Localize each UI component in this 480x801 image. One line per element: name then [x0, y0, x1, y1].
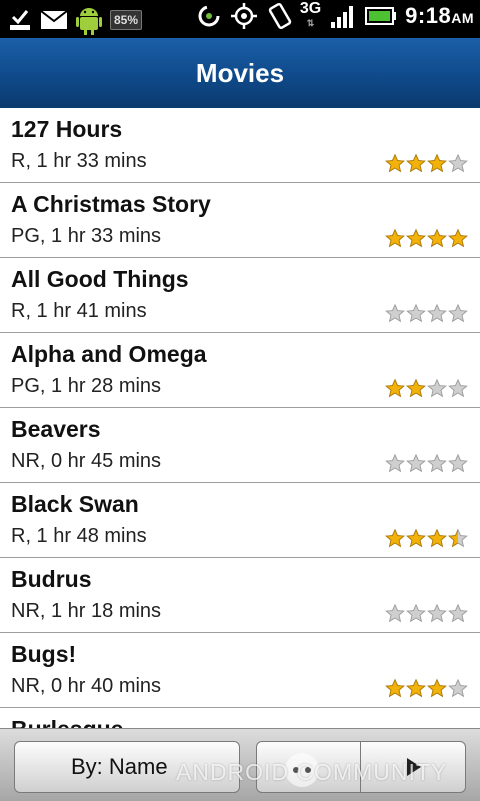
- movie-list-item[interactable]: All Good Things R, 1 hr 41 mins: [0, 258, 480, 333]
- vibrate-icon: [268, 2, 292, 30]
- star-icon: [406, 228, 426, 248]
- star-icon: [427, 228, 447, 248]
- star-icon: [427, 678, 447, 698]
- star-rating: [385, 678, 468, 698]
- star-icon: [448, 528, 468, 548]
- movie-title: Beavers: [11, 416, 101, 442]
- star-rating: [385, 378, 468, 398]
- network-type-label: 3G: [299, 0, 322, 17]
- movie-title: Bugs!: [11, 641, 77, 667]
- gps-icon: [230, 3, 257, 29]
- star-icon: [406, 528, 426, 548]
- star-icon: [427, 453, 447, 473]
- download-complete-icon: [10, 10, 30, 30]
- movie-details: PG, 1 hr 33 mins: [11, 225, 162, 247]
- star-icon: [448, 603, 468, 623]
- movie-details: NR, 0 hr 40 mins: [11, 675, 162, 697]
- movie-title: Black Swan: [11, 491, 139, 517]
- star-icon: [427, 153, 447, 173]
- star-rating: [385, 228, 468, 248]
- star-rating: [385, 603, 468, 623]
- star-rating: [385, 303, 468, 323]
- movie-list-item[interactable]: 127 Hours R, 1 hr 33 mins: [0, 108, 480, 183]
- movie-title: Burlesque: [11, 716, 123, 728]
- signal-strength-icon: [331, 6, 354, 28]
- movie-list-item[interactable]: Alpha and Omega PG, 1 hr 28 mins: [0, 333, 480, 408]
- star-icon: [406, 153, 426, 173]
- mail-icon: [40, 10, 68, 29]
- star-icon: [427, 603, 447, 623]
- movie-details: R, 1 hr 41 mins: [11, 300, 147, 322]
- watermark: ANDROID COMMUNITY: [176, 759, 448, 785]
- movie-list-item[interactable]: Budrus NR, 1 hr 18 mins: [0, 558, 480, 633]
- movie-details: NR, 0 hr 45 mins: [11, 450, 162, 472]
- star-icon: [448, 303, 468, 323]
- sync-icon: [198, 5, 220, 27]
- movie-title: Alpha and Omega: [11, 341, 207, 367]
- movie-details: PG, 1 hr 28 mins: [11, 375, 162, 397]
- star-icon: [448, 378, 468, 398]
- sort-by-label: By: Name: [71, 754, 168, 779]
- movie-list-item[interactable]: Burlesque: [0, 708, 480, 728]
- star-icon: [406, 453, 426, 473]
- star-icon: [385, 378, 405, 398]
- network-type: 3G ⇅: [299, 0, 322, 30]
- star-icon: [406, 378, 426, 398]
- star-rating: [385, 153, 468, 173]
- star-icon: [385, 678, 405, 698]
- star-icon: [385, 153, 405, 173]
- star-icon: [448, 453, 468, 473]
- movie-list-item[interactable]: A Christmas Story PG, 1 hr 33 mins: [0, 183, 480, 258]
- battery-icon: [365, 7, 397, 25]
- star-icon: [406, 678, 426, 698]
- movie-details: R, 1 hr 33 mins: [11, 150, 147, 172]
- data-arrows-icon: ⇅: [306, 18, 315, 28]
- title-bar: Movies: [0, 38, 480, 109]
- star-icon: [448, 153, 468, 173]
- movie-list-item[interactable]: Beavers NR, 0 hr 45 mins: [0, 408, 480, 483]
- star-icon: [427, 303, 447, 323]
- star-icon: [385, 303, 405, 323]
- battery-percent-badge: 85%: [110, 10, 143, 30]
- star-icon: [385, 453, 405, 473]
- movie-list[interactable]: 127 Hours R, 1 hr 33 mins A Christmas Stor…: [0, 108, 480, 728]
- star-icon: [427, 528, 447, 548]
- clock-time: 9:18: [405, 3, 452, 28]
- movie-details: R, 1 hr 48 mins: [11, 525, 147, 547]
- star-icon: [448, 678, 468, 698]
- movie-details: NR, 1 hr 18 mins: [11, 600, 162, 622]
- clock-ampm: AM: [451, 10, 474, 26]
- star-icon: [427, 378, 447, 398]
- movie-title: A Christmas Story: [11, 191, 211, 217]
- star-icon: [385, 228, 405, 248]
- star-rating: [385, 528, 468, 548]
- movie-list-item[interactable]: Bugs! NR, 0 hr 40 mins: [0, 633, 480, 708]
- status-bar: 85% 3G ⇅ 9:18AM: [0, 0, 480, 38]
- movie-list-item[interactable]: Black Swan R, 1 hr 48 mins: [0, 483, 480, 558]
- movie-title: Budrus: [11, 566, 92, 592]
- star-icon: [385, 603, 405, 623]
- star-icon: [448, 228, 468, 248]
- movie-title: All Good Things: [11, 266, 189, 292]
- star-icon: [406, 303, 426, 323]
- page-title: Movies: [195, 58, 285, 88]
- star-icon: [406, 603, 426, 623]
- star-icon: [385, 528, 405, 548]
- star-rating: [385, 453, 468, 473]
- movie-title: 127 Hours: [11, 116, 123, 142]
- bottom-toolbar: By: Name ANDROID COMMUNITY: [0, 728, 480, 801]
- clock: 9:18AM: [405, 3, 474, 29]
- android-robot-icon: [76, 8, 102, 35]
